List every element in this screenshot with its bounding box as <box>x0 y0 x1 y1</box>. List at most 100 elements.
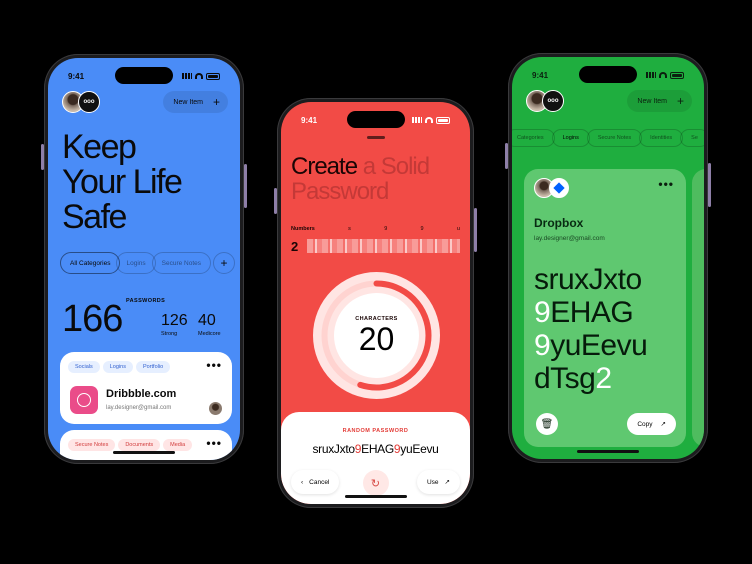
login-card-secondary[interactable]: Secure Notes Documents Media ••• <box>60 430 232 460</box>
dribbble-icon <box>70 386 98 414</box>
password-part: 9 <box>534 329 551 362</box>
headline-soft: Password <box>291 178 389 205</box>
tab-categories[interactable]: Categories <box>512 129 555 147</box>
new-item-label: New Item <box>173 98 203 106</box>
signal-icon <box>412 117 422 123</box>
use-button[interactable]: Use ↗ <box>416 470 460 494</box>
characters-value: 20 <box>358 320 395 357</box>
dynamic-island <box>115 67 173 84</box>
arrow-up-right-icon: ↗ <box>444 479 450 486</box>
detail-screen: 9:41 ooo New Item + Categories Logins Se… <box>512 57 704 459</box>
status-time: 9:41 <box>68 71 85 81</box>
tick-label: s <box>348 226 351 232</box>
tag-secure-notes[interactable]: Secure Notes <box>68 439 116 451</box>
copy-button[interactable]: Copy ↗ <box>627 413 676 435</box>
refresh-icon: ↻ <box>370 477 381 490</box>
wifi-icon <box>195 73 203 79</box>
page-title: Keep Your Life Safe <box>62 128 183 236</box>
avatar-group[interactable]: ooo <box>526 90 564 112</box>
dropbox-icon <box>549 178 569 198</box>
new-item-label: New Item <box>637 97 667 105</box>
category-chips: All Categories Logins Secure Notes + <box>60 252 236 274</box>
tick-label: u <box>456 226 460 232</box>
avatar-badge: ooo <box>542 90 564 112</box>
password-part: yuEevu <box>400 442 439 456</box>
chip-logins[interactable]: Logins <box>116 252 156 274</box>
tick-label: 9 <box>420 226 424 232</box>
avatar-badge: ooo <box>78 91 100 113</box>
headline-line: Keep <box>62 128 137 166</box>
next-card-peek[interactable] <box>692 169 704 447</box>
random-password-label: RANDOM PASSWORD <box>342 428 409 434</box>
sheet-handle[interactable] <box>366 136 385 139</box>
tab-more[interactable]: Se <box>680 129 704 147</box>
headline-bold: Create <box>291 153 358 180</box>
status-time: 9:41 <box>532 70 549 80</box>
new-item-button[interactable]: New Item + <box>627 90 692 112</box>
numbers-label: Numbers <box>291 226 315 232</box>
tag-portfolio[interactable]: Portfolio <box>135 361 171 373</box>
login-card-dropbox[interactable]: ••• Dropbox lay.designer@gmail.com sruxJ… <box>524 169 686 447</box>
card-email: lay.designer@gmail.com <box>534 235 605 242</box>
avatar <box>209 402 222 415</box>
more-icon[interactable]: ••• <box>206 437 222 449</box>
strong-count: 126 <box>161 312 188 329</box>
headline-soft: a Solid <box>357 153 430 180</box>
home-indicator <box>577 450 639 453</box>
use-label: Use <box>426 478 439 486</box>
tag-logins[interactable]: Logins <box>102 361 133 373</box>
dynamic-island <box>579 66 637 83</box>
card-avatars <box>534 178 569 198</box>
tag-media[interactable]: Media <box>163 439 193 451</box>
category-tabs: Categories Logins Secure Notes Identitie… <box>512 129 704 147</box>
tab-logins[interactable]: Logins <box>551 129 590 147</box>
card-title: Dropbox <box>534 216 584 230</box>
phone-detail: 9:41 ooo New Item + Categories Logins Se… <box>505 53 711 463</box>
password-display: sruxJxto 9EHAG 9yuEevu dTsg2 <box>534 263 648 395</box>
refresh-button[interactable]: ↻ <box>362 470 389 496</box>
home-indicator <box>113 451 175 454</box>
delete-button[interactable]: 🗑 <box>536 413 558 435</box>
chip-secure-notes[interactable]: Secure Notes <box>151 252 212 274</box>
password-part: sruxJxto <box>312 442 355 456</box>
home-indicator <box>344 495 407 498</box>
tick-label: 9 <box>384 226 388 232</box>
passwords-count: 166 <box>62 298 123 340</box>
result-sheet: RANDOM PASSWORD sruxJxto9EHAG9yuEevu ‹ C… <box>281 412 470 504</box>
numbers-value: 2 <box>291 238 299 254</box>
tag-documents[interactable]: Documents <box>118 439 161 451</box>
login-card-dribbble[interactable]: Socials Logins Portfolio ••• Dribbble.co… <box>60 352 232 424</box>
more-icon[interactable]: ••• <box>206 359 222 371</box>
battery-icon <box>670 71 684 79</box>
phone-vault: 9:41 ooo New Item + Keep Your Life Safe … <box>41 54 247 464</box>
numbers-track[interactable] <box>307 239 460 253</box>
add-category-button[interactable]: + <box>213 252 236 274</box>
cancel-button[interactable]: ‹ Cancel <box>291 470 340 494</box>
new-item-button[interactable]: New Item + <box>163 91 228 113</box>
strong-label: Strong <box>161 331 178 337</box>
plus-icon: + <box>212 95 220 109</box>
copy-label: Copy <box>637 420 653 428</box>
passwords-label: PASSWORDS <box>126 298 166 304</box>
characters-dial[interactable]: CHARACTERS 20 <box>313 272 440 399</box>
battery-icon <box>206 72 220 80</box>
headline-line: Safe <box>62 198 127 236</box>
stat-strong: 126 Strong <box>161 312 188 337</box>
tab-identities[interactable]: Identities <box>639 129 684 147</box>
cancel-label: Cancel <box>309 478 330 486</box>
password-part: dTsg <box>534 362 596 395</box>
avatar-group[interactable]: ooo <box>62 91 100 113</box>
tag-socials[interactable]: Socials <box>68 361 100 373</box>
headline-line: Your Life <box>62 163 183 201</box>
more-icon[interactable]: ••• <box>658 178 674 190</box>
tab-secure-notes[interactable]: Secure Notes <box>586 129 643 147</box>
numbers-slider[interactable]: 2 <box>291 238 460 254</box>
wifi-icon <box>425 117 433 123</box>
password-part: EHAG <box>361 442 394 456</box>
chip-all-categories[interactable]: All Categories <box>60 252 121 274</box>
signal-icon <box>182 73 192 79</box>
password-part: 9 <box>534 296 551 329</box>
page-title: Create a Solid Password <box>291 153 430 205</box>
password-part: 2 <box>595 362 612 395</box>
password-part: yuEevu <box>550 329 648 362</box>
